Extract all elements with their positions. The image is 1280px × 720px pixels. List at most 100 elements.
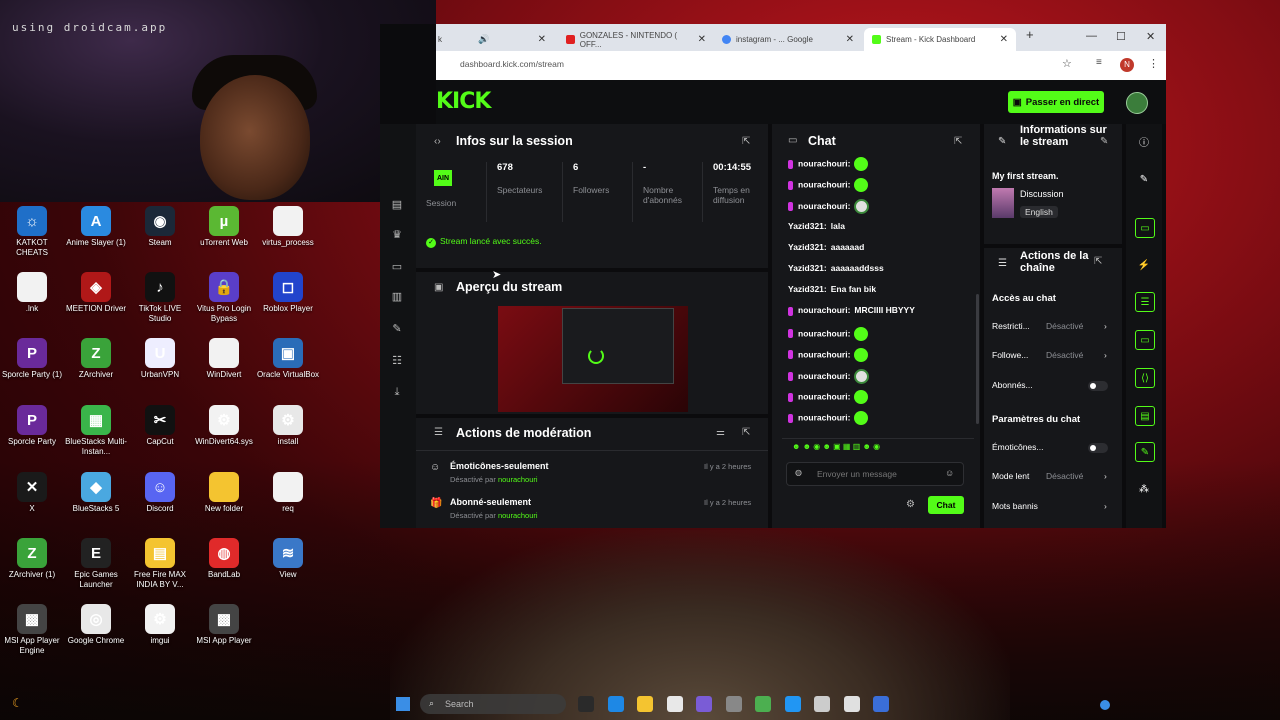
chat-username[interactable]: nourachouri:: [798, 371, 850, 381]
menu-icon[interactable]: ⋮: [1148, 57, 1159, 70]
close-icon[interactable]: ✕: [1000, 34, 1016, 45]
emoji-icon[interactable]: ☺: [945, 468, 954, 478]
emotes-only-toggle[interactable]: [1088, 443, 1108, 453]
desktop-icon[interactable]: ☺ Discord: [128, 472, 192, 514]
desktop-icon[interactable]: E Epic Games Launcher: [64, 538, 128, 590]
emote-bar[interactable]: ☻ ☻ ◉ ☻ ▣ ▦ ▥ ☻ ◉: [792, 442, 880, 451]
tab-kick-dashboard[interactable]: Stream - Kick Dashboard ✕: [864, 28, 1016, 51]
chat-scrollbar[interactable]: [976, 294, 979, 424]
desktop-icon[interactable]: .lnk: [0, 272, 64, 314]
tab-instagram[interactable]: instagram - ... Google ✕: [714, 28, 862, 51]
close-icon[interactable]: ✕: [846, 34, 862, 45]
settings-icon[interactable]: [725, 696, 742, 712]
chat-input[interactable]: ◍ Envoyer un message ☺: [786, 462, 964, 486]
media-icon[interactable]: [814, 696, 830, 712]
banned-words-row[interactable]: Mots bannis ›: [992, 501, 1110, 511]
desktop-icon[interactable]: ✕ X: [0, 472, 64, 514]
desktop-icon[interactable]: req: [256, 472, 320, 514]
popout-icon[interactable]: ⇱: [1094, 256, 1102, 267]
utorrent-icon[interactable]: [755, 696, 771, 712]
chat-username[interactable]: nourachouri:: [798, 349, 850, 359]
profile-avatar[interactable]: N: [1120, 58, 1134, 72]
layout-icon[interactable]: ▭: [1135, 218, 1155, 238]
discord-icon[interactable]: [696, 696, 712, 712]
desktop-icon[interactable]: ⚙ WinDivert64.sys: [192, 405, 256, 447]
popout-icon[interactable]: ⇱: [742, 136, 750, 147]
edge-icon[interactable]: [607, 696, 624, 712]
desktop-icon[interactable]: ◍ BandLab: [192, 538, 256, 580]
desktop-icon[interactable]: ▦ BlueStacks Multi-Instan...: [64, 405, 128, 457]
desktop-icon[interactable]: New folder: [192, 472, 256, 514]
desktop-icon[interactable]: ▣ Oracle VirtualBox: [256, 338, 320, 380]
edit-icon[interactable]: ✎: [1100, 136, 1108, 147]
desktop-icon[interactable]: ◆ BlueStacks 5: [64, 472, 128, 514]
followers-row[interactable]: Followe... Désactivé ›: [992, 350, 1110, 360]
chat-username[interactable]: Yazid321:: [788, 284, 827, 294]
desktop-icon[interactable]: 🔒 Vitus Pro Login Bypass: [192, 272, 256, 324]
edit-icon[interactable]: ✎: [1135, 170, 1153, 188]
close-window-button[interactable]: ✕: [1146, 30, 1155, 43]
start-icon[interactable]: [396, 697, 410, 711]
desktop-icon[interactable]: P Sporcle Party (1): [0, 338, 64, 380]
list-icon[interactable]: ☰: [1135, 292, 1155, 312]
chat-username[interactable]: nourachouri:: [798, 158, 850, 168]
chat-username[interactable]: nourachouri:: [798, 305, 850, 315]
nav-analytics-icon[interactable]: ▥: [390, 290, 404, 304]
subs-only-toggle[interactable]: [1088, 381, 1108, 391]
chat-username[interactable]: Yazid321:: [788, 242, 827, 252]
mod-by-user[interactable]: nourachouri: [498, 511, 538, 520]
close-icon[interactable]: ✕: [698, 34, 714, 45]
go-live-button[interactable]: ▣ Passer en direct: [1008, 91, 1104, 113]
category-thumbnail[interactable]: [992, 188, 1014, 218]
mod-by-user[interactable]: nourachouri: [498, 475, 538, 484]
url-field[interactable]: dashboard.kick.com/stream: [460, 59, 564, 69]
stack-icon[interactable]: ▤: [1135, 406, 1155, 426]
desktop-icon[interactable]: ▤ Free Fire MAX INDIA BY V...: [128, 538, 192, 590]
file-icon[interactable]: [843, 696, 860, 712]
embed-icon[interactable]: ⟨⟩: [1135, 368, 1155, 388]
nav-community-icon[interactable]: ☷: [390, 354, 404, 368]
desktop-icon[interactable]: WinDivert: [192, 338, 256, 380]
speaker-icon[interactable]: 🔊: [478, 34, 489, 45]
desktop-icon[interactable]: ◎ Google Chrome: [64, 604, 128, 646]
maximize-button[interactable]: ☐: [1116, 30, 1126, 43]
star-icon[interactable]: ☆: [1062, 57, 1072, 70]
weather-icon[interactable]: ☾: [12, 696, 23, 710]
desktop-icon[interactable]: ▩ MSI App Player Engine: [0, 604, 64, 656]
chat-username[interactable]: nourachouri:: [798, 391, 850, 401]
explorer-icon[interactable]: [637, 696, 653, 712]
chrome-icon[interactable]: [666, 696, 683, 712]
bolt-icon[interactable]: ⚡: [1135, 256, 1153, 274]
nav-home-icon[interactable]: ▤: [390, 198, 404, 212]
desktop-icon[interactable]: virtus_process: [256, 206, 320, 248]
new-tab-button[interactable]: +: [1026, 27, 1034, 42]
chat-username[interactable]: nourachouri:: [798, 179, 850, 189]
desktop-icon[interactable]: ✂ CapCut: [128, 405, 192, 447]
nav-tools-icon[interactable]: ✎: [390, 322, 404, 336]
desktop-icon[interactable]: A Anime Slayer (1): [64, 206, 128, 248]
app-icon[interactable]: [873, 696, 889, 712]
desktop-icon[interactable]: ⚙ install: [256, 405, 320, 447]
desktop-icon[interactable]: P Sporcle Party: [0, 405, 64, 447]
chat-username[interactable]: Yazid321:: [788, 263, 827, 273]
chat-send-button[interactable]: Chat: [928, 496, 964, 514]
desktop-icon[interactable]: ☼ KATKOT CHEATS: [0, 206, 64, 258]
popout-icon[interactable]: ⇱: [742, 427, 750, 438]
user-avatar[interactable]: [1126, 92, 1148, 114]
extensions-icon[interactable]: ≡: [1096, 57, 1102, 68]
desktop-icon[interactable]: Z ZArchiver (1): [0, 538, 64, 580]
nav-video-icon[interactable]: ▭: [390, 260, 404, 274]
chat-username[interactable]: nourachouri:: [798, 413, 850, 423]
desktop-icon[interactable]: Z ZArchiver: [64, 338, 128, 380]
apps-icon[interactable]: ⁂: [1135, 480, 1153, 498]
minimize-button[interactable]: —: [1086, 30, 1097, 42]
tab-gonzales[interactable]: GONZALES - NINTENDO ( OFF... ✕: [558, 28, 714, 51]
settings-icon[interactable]: ⚙: [906, 499, 915, 510]
desktop-icon[interactable]: ◈ MEETION Driver: [64, 272, 128, 314]
desktop-icon[interactable]: ♪ TikTok LIVE Studio: [128, 272, 192, 324]
slow-mode-row[interactable]: Mode lent Désactivé ›: [992, 471, 1110, 481]
filter-icon[interactable]: ⚌: [716, 427, 725, 438]
chat-username[interactable]: nourachouri:: [798, 201, 850, 211]
desktop-icon[interactable]: U UrbanVPN: [128, 338, 192, 380]
nav-download-icon[interactable]: ⤓: [390, 386, 404, 400]
